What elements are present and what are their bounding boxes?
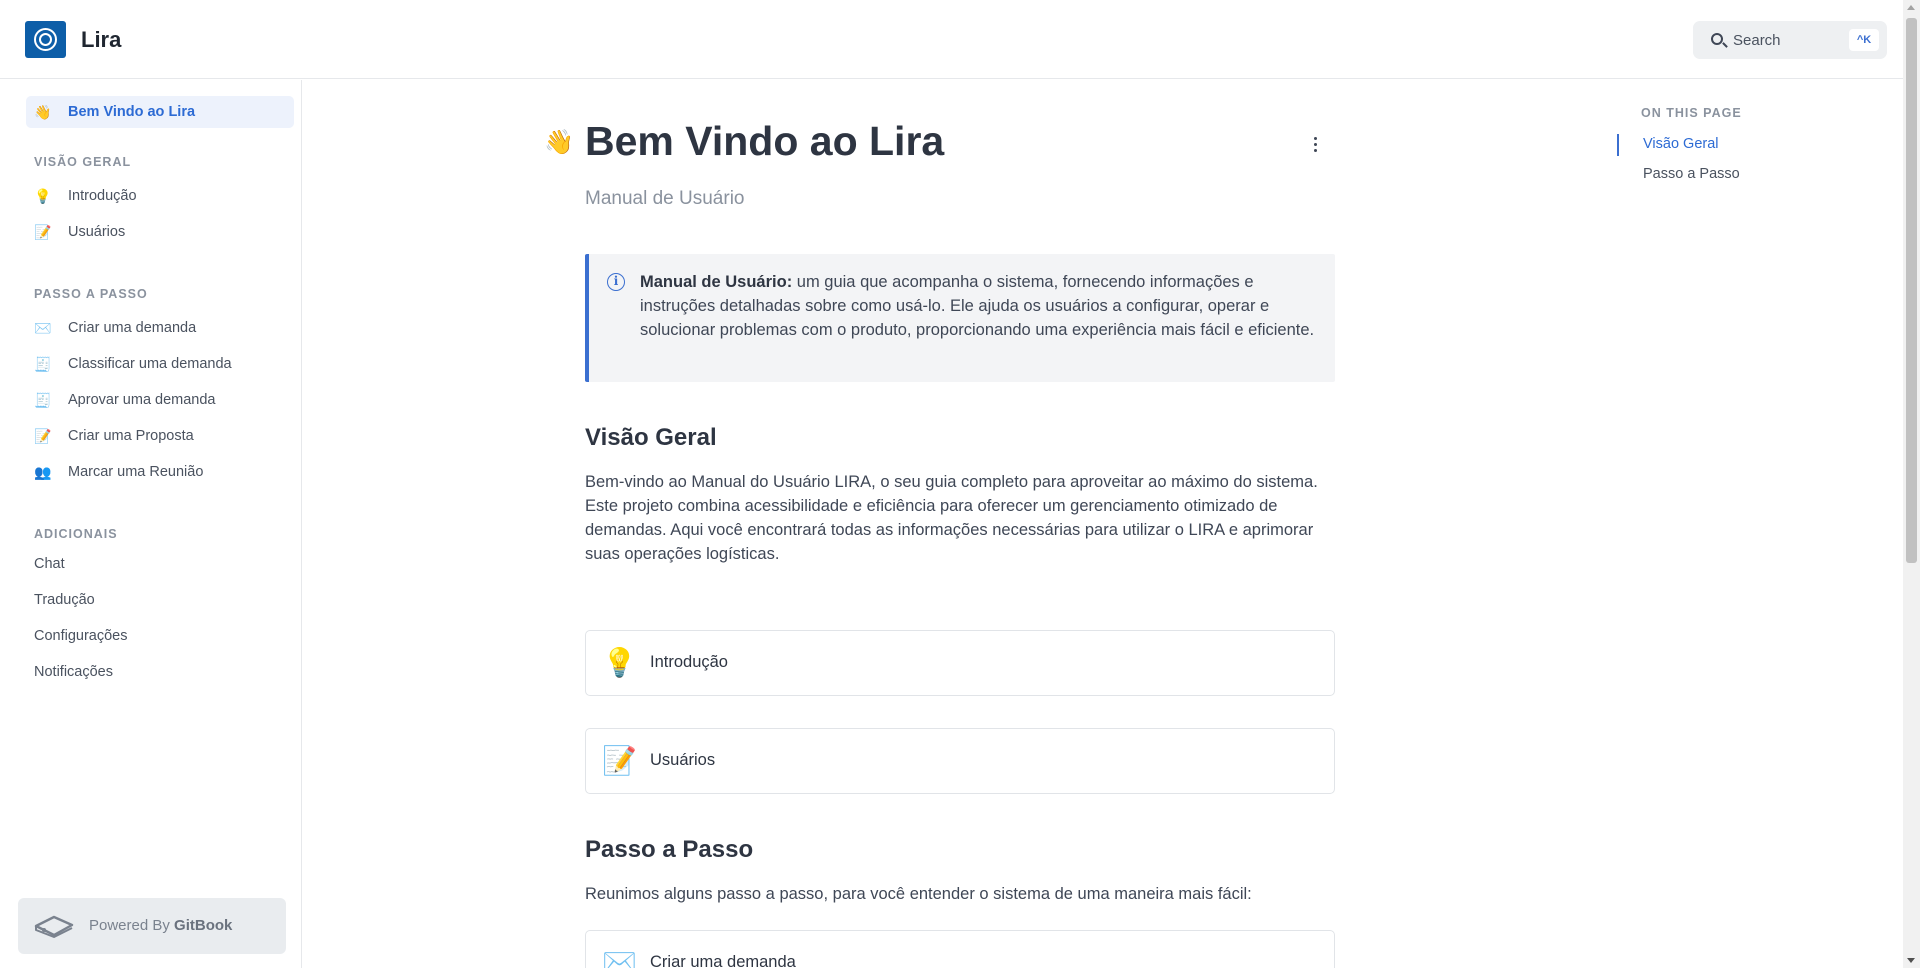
page-link-card-usuarios[interactable]: 📝 Usuários bbox=[585, 728, 1335, 794]
card-label: Criar uma demanda bbox=[650, 953, 796, 968]
receipt-icon: 🧾 bbox=[34, 356, 52, 372]
search-button[interactable]: Search ^K bbox=[1693, 21, 1887, 59]
receipt-icon: 🧾 bbox=[34, 392, 52, 408]
lira-logo[interactable] bbox=[25, 21, 66, 58]
sidebar-item-label: Criar uma Proposta bbox=[68, 428, 194, 444]
sidebar-item-label: Criar uma demanda bbox=[68, 320, 197, 336]
sidebar-item-marcar-reuniao[interactable]: 👥 Marcar uma Reunião bbox=[26, 456, 294, 488]
sidebar-item-criar-demanda[interactable]: ✉️ Criar uma demanda bbox=[26, 312, 294, 344]
sidebar-item-label: Tradução bbox=[34, 592, 95, 608]
scrollbar-thumb[interactable] bbox=[1906, 18, 1917, 563]
page-link-card-introducao[interactable]: 💡 Introdução bbox=[585, 630, 1335, 696]
gitbook-icon bbox=[34, 915, 74, 938]
app-title[interactable]: Lira bbox=[81, 27, 121, 53]
sidebar-item-bem-vindo[interactable]: 👋 Bem Vindo ao Lira bbox=[26, 96, 294, 128]
sidebar-item-label: Classificar uma demanda bbox=[68, 356, 232, 372]
sidebar-item-traducao[interactable]: Tradução bbox=[26, 584, 294, 616]
search-placeholder: Search bbox=[1733, 32, 1781, 49]
sidebar-item-criar-proposta[interactable]: 📝 Criar uma Proposta bbox=[26, 420, 294, 452]
powered-by-gitbook-link[interactable]: Powered By GitBook bbox=[18, 898, 286, 954]
sidebar-section-title: PASSO A PASSO bbox=[34, 287, 148, 301]
light-bulb-icon: 💡 bbox=[34, 188, 52, 204]
sidebar-item-label: Bem Vindo ao Lira bbox=[68, 104, 196, 120]
toc-heading: ON THIS PAGE bbox=[1641, 106, 1742, 120]
sidebar-item-label: Notificações bbox=[34, 664, 113, 680]
memo-icon: 📝 bbox=[602, 745, 637, 776]
dot bbox=[1314, 143, 1317, 146]
info-hint-block: i Manual de Usuário: um guia que acompan… bbox=[585, 254, 1335, 382]
toc-active-indicator bbox=[1617, 134, 1619, 156]
sidebar-item-label: Aprovar uma demanda bbox=[68, 392, 216, 408]
sidebar-item-chat[interactable]: Chat bbox=[26, 548, 294, 580]
memo-icon: 📝 bbox=[34, 428, 52, 444]
sidebar: 👋 Bem Vindo ao Lira VISÃO GERAL 💡 Introd… bbox=[0, 80, 302, 968]
card-label: Introdução bbox=[650, 653, 728, 671]
search-shortcut-badge: ^K bbox=[1849, 29, 1879, 51]
sidebar-section-title: VISÃO GERAL bbox=[34, 155, 132, 169]
hint-text: Manual de Usuário: um guia que acompanha… bbox=[640, 270, 1320, 342]
waving-hand-icon: 👋 bbox=[34, 104, 52, 120]
scroll-up-arrow-icon[interactable] bbox=[1907, 5, 1915, 10]
section-paragraph: Bem-vindo ao Manual do Usuário LIRA, o s… bbox=[585, 473, 1318, 563]
powered-by-text: Powered By GitBook bbox=[89, 917, 232, 934]
toc-item-passo-a-passo[interactable]: Passo a Passo bbox=[1643, 166, 1740, 182]
section-heading-visao-geral[interactable]: Visão Geral bbox=[585, 424, 717, 452]
memo-icon: 📝 bbox=[34, 224, 52, 240]
sidebar-item-label: Chat bbox=[34, 556, 65, 572]
more-options-icon[interactable] bbox=[1308, 134, 1322, 154]
dot bbox=[1314, 149, 1317, 152]
top-header: Lira Search ^K bbox=[0, 0, 1903, 79]
page-scrollbar[interactable] bbox=[1903, 0, 1920, 968]
powered-by-brand: GitBook bbox=[174, 917, 233, 934]
sidebar-item-configuracoes[interactable]: Configurações bbox=[26, 620, 294, 652]
section-paragraph: Reunimos alguns passo a passo, para você… bbox=[585, 885, 1252, 903]
sidebar-item-aprovar-demanda[interactable]: 🧾 Aprovar uma demanda bbox=[26, 384, 294, 416]
light-bulb-icon: 💡 bbox=[602, 647, 637, 678]
info-icon: i bbox=[607, 273, 625, 291]
toc-item-visao-geral[interactable]: Visão Geral bbox=[1643, 136, 1719, 152]
card-label: Usuários bbox=[650, 751, 716, 769]
hint-bold-text: Manual de Usuário: bbox=[640, 273, 793, 291]
search-icon bbox=[1711, 33, 1723, 45]
page-title: Bem Vindo ao Lira bbox=[585, 118, 945, 164]
logo-ring-inner bbox=[39, 33, 52, 46]
sidebar-section-title: ADICIONAIS bbox=[34, 527, 118, 541]
waving-hand-icon: 👋 bbox=[544, 129, 574, 156]
sidebar-item-introducao[interactable]: 💡 Introdução bbox=[26, 180, 294, 212]
envelope-icon: ✉️ bbox=[34, 320, 52, 336]
sidebar-item-classificar-demanda[interactable]: 🧾 Classificar uma demanda bbox=[26, 348, 294, 380]
dot bbox=[1314, 137, 1317, 140]
powered-by-prefix: Powered By bbox=[89, 917, 175, 934]
sidebar-item-label: Configurações bbox=[34, 628, 128, 644]
section-heading-passo-a-passo[interactable]: Passo a Passo bbox=[585, 836, 753, 864]
sidebar-item-usuarios[interactable]: 📝 Usuários bbox=[26, 216, 294, 248]
scroll-down-arrow-icon[interactable] bbox=[1907, 958, 1915, 963]
sidebar-item-label: Usuários bbox=[68, 224, 126, 240]
sidebar-item-notificacoes[interactable]: Notificações bbox=[26, 656, 294, 688]
page-link-card-criar-demanda[interactable]: ✉️ Criar uma demanda bbox=[585, 930, 1335, 968]
sidebar-item-label: Introdução bbox=[68, 188, 137, 204]
page-subtitle: Manual de Usuário bbox=[585, 188, 745, 209]
envelope-icon: ✉️ bbox=[602, 947, 637, 968]
people-icon: 👥 bbox=[34, 464, 52, 480]
sidebar-item-label: Marcar uma Reunião bbox=[68, 464, 204, 480]
